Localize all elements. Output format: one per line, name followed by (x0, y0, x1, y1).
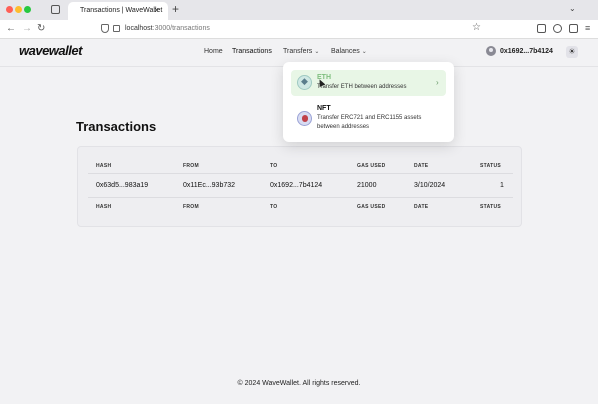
close-window-button[interactable] (6, 6, 13, 13)
tab-overview-icon[interactable] (51, 5, 60, 14)
footer-header-status: STATUS (480, 204, 502, 210)
column-header-status: STATUS (480, 163, 502, 169)
page-info-icon[interactable] (113, 25, 120, 32)
reload-icon[interactable]: ↻ (37, 23, 45, 34)
footer-header-from: FROM (183, 204, 199, 210)
extensions-icon[interactable] (569, 24, 578, 33)
cell-to[interactable]: 0x1692...7b4124 (270, 182, 322, 189)
eth-icon (297, 75, 312, 90)
back-arrow-icon[interactable]: ← (6, 23, 16, 34)
transfers-dropdown-menu: ETH Transfer ETH between addresses › NFT… (283, 62, 454, 142)
browser-tab-bar: Transactions | WaveWallet × + ⌄ (0, 0, 598, 20)
divider (88, 173, 513, 174)
cell-date: 3/10/2024 (414, 182, 446, 189)
footer-header-gas-used: GAS USED (357, 204, 386, 210)
forward-arrow-icon[interactable]: → (22, 23, 32, 34)
column-header-date: DATE (414, 163, 429, 169)
browser-tab[interactable]: Transactions | WaveWallet × (68, 2, 168, 20)
menu-item-nft[interactable]: NFT Transfer ERC721 and ERC1155 assets b… (291, 102, 446, 136)
nav-home[interactable]: Home (204, 48, 223, 55)
url-text: localhost:3000/transactions (125, 25, 210, 32)
browser-toolbar: ← → ↻ localhost:3000/transactions ☆ ≡ (0, 20, 598, 39)
column-header-to: TO (270, 163, 278, 169)
shield-icon (101, 24, 109, 33)
new-tab-button[interactable]: + (172, 2, 179, 16)
tab-close-icon[interactable]: × (154, 5, 159, 15)
minimize-window-button[interactable] (15, 6, 22, 13)
address-bar[interactable]: localhost:3000/transactions ☆ (98, 22, 492, 37)
theme-toggle-sun-icon[interactable]: ☀ (566, 46, 578, 58)
footer-header-to: TO (270, 204, 278, 210)
cell-from[interactable]: 0x11Ec...93b732 (183, 182, 235, 189)
transactions-table: HASH FROM TO GAS USED DATE STATUS 0x63d5… (77, 146, 522, 227)
pocket-icon[interactable] (537, 24, 546, 33)
tab-list-chevron-icon[interactable]: ⌄ (569, 4, 576, 13)
nav-balances[interactable]: Balances ⌄ (331, 48, 367, 55)
footer-header-date: DATE (414, 204, 429, 210)
column-header-from: FROM (183, 163, 199, 169)
menu-item-nft-title: NFT (317, 105, 331, 112)
nav-transfers[interactable]: Transfers ⌄ (283, 48, 319, 55)
menu-item-eth-description: Transfer ETH between addresses (317, 84, 407, 90)
nav-balances-label: Balances (331, 48, 360, 55)
account-icon[interactable] (553, 24, 562, 33)
menu-item-eth[interactable]: ETH Transfer ETH between addresses › (291, 70, 446, 96)
app-logo[interactable]: wavewallet (19, 43, 82, 58)
nft-icon (297, 111, 312, 126)
nav-transfers-label: Transfers (283, 48, 313, 55)
maximize-window-button[interactable] (24, 6, 31, 13)
column-header-gas-used: GAS USED (357, 163, 386, 169)
cell-gas-used: 21000 (357, 182, 377, 189)
page-title: Transactions (76, 119, 157, 134)
chevron-down-icon: ⌄ (314, 49, 320, 55)
menu-icon[interactable]: ≡ (585, 23, 590, 33)
chevron-right-icon: › (436, 78, 439, 87)
page-footer: © 2024 WaveWallet. All rights reserved. (237, 380, 361, 387)
cell-hash[interactable]: 0x63d5...983a19 (96, 182, 148, 189)
tab-title: Transactions | WaveWallet (80, 7, 163, 14)
bookmark-star-icon[interactable]: ☆ (472, 22, 481, 33)
cell-status: 1 (500, 182, 504, 189)
divider (88, 197, 513, 198)
chevron-down-icon: ⌄ (361, 49, 367, 55)
nav-transactions[interactable]: Transactions (232, 48, 272, 55)
menu-item-nft-description: Transfer ERC721 and ERC1155 assets betwe… (317, 115, 422, 130)
column-header-hash: HASH (96, 163, 112, 169)
avatar[interactable] (486, 46, 496, 56)
footer-header-hash: HASH (96, 204, 112, 210)
wallet-address[interactable]: 0x1692...7b4124 (500, 48, 553, 55)
